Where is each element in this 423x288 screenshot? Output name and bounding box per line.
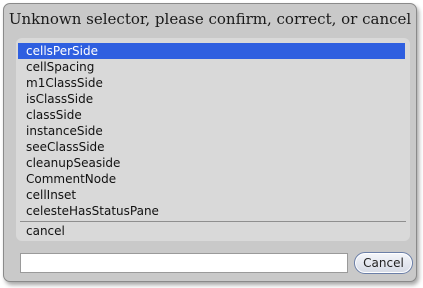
dialog-title: Unknown selector, please confirm, correc… (8, 10, 412, 28)
list-item[interactable]: instanceSide (18, 123, 408, 139)
list-item[interactable]: cellInset (18, 187, 408, 203)
list-item[interactable]: m1ClassSide (18, 75, 408, 91)
cancel-button[interactable]: Cancel (354, 252, 413, 274)
selector-dialog: Unknown selector, please confirm, correc… (3, 3, 417, 282)
list-item[interactable]: classSide (18, 107, 408, 123)
list-divider (20, 221, 406, 222)
selector-list: cellsPerSide cellSpacing m1ClassSide isC… (16, 38, 410, 241)
cancel-list-item[interactable]: cancel (18, 223, 408, 239)
list-item[interactable]: CommentNode (18, 171, 408, 187)
list-item[interactable]: cellSpacing (18, 59, 408, 75)
list-item[interactable]: isClassSide (18, 91, 408, 107)
list-item[interactable]: seeClassSide (18, 139, 408, 155)
list-item[interactable]: cleanupSeaside (18, 155, 408, 171)
list-item[interactable]: cellsPerSide (18, 43, 405, 59)
selector-input[interactable] (20, 253, 348, 273)
list-item[interactable]: celesteHasStatusPane (18, 203, 408, 219)
